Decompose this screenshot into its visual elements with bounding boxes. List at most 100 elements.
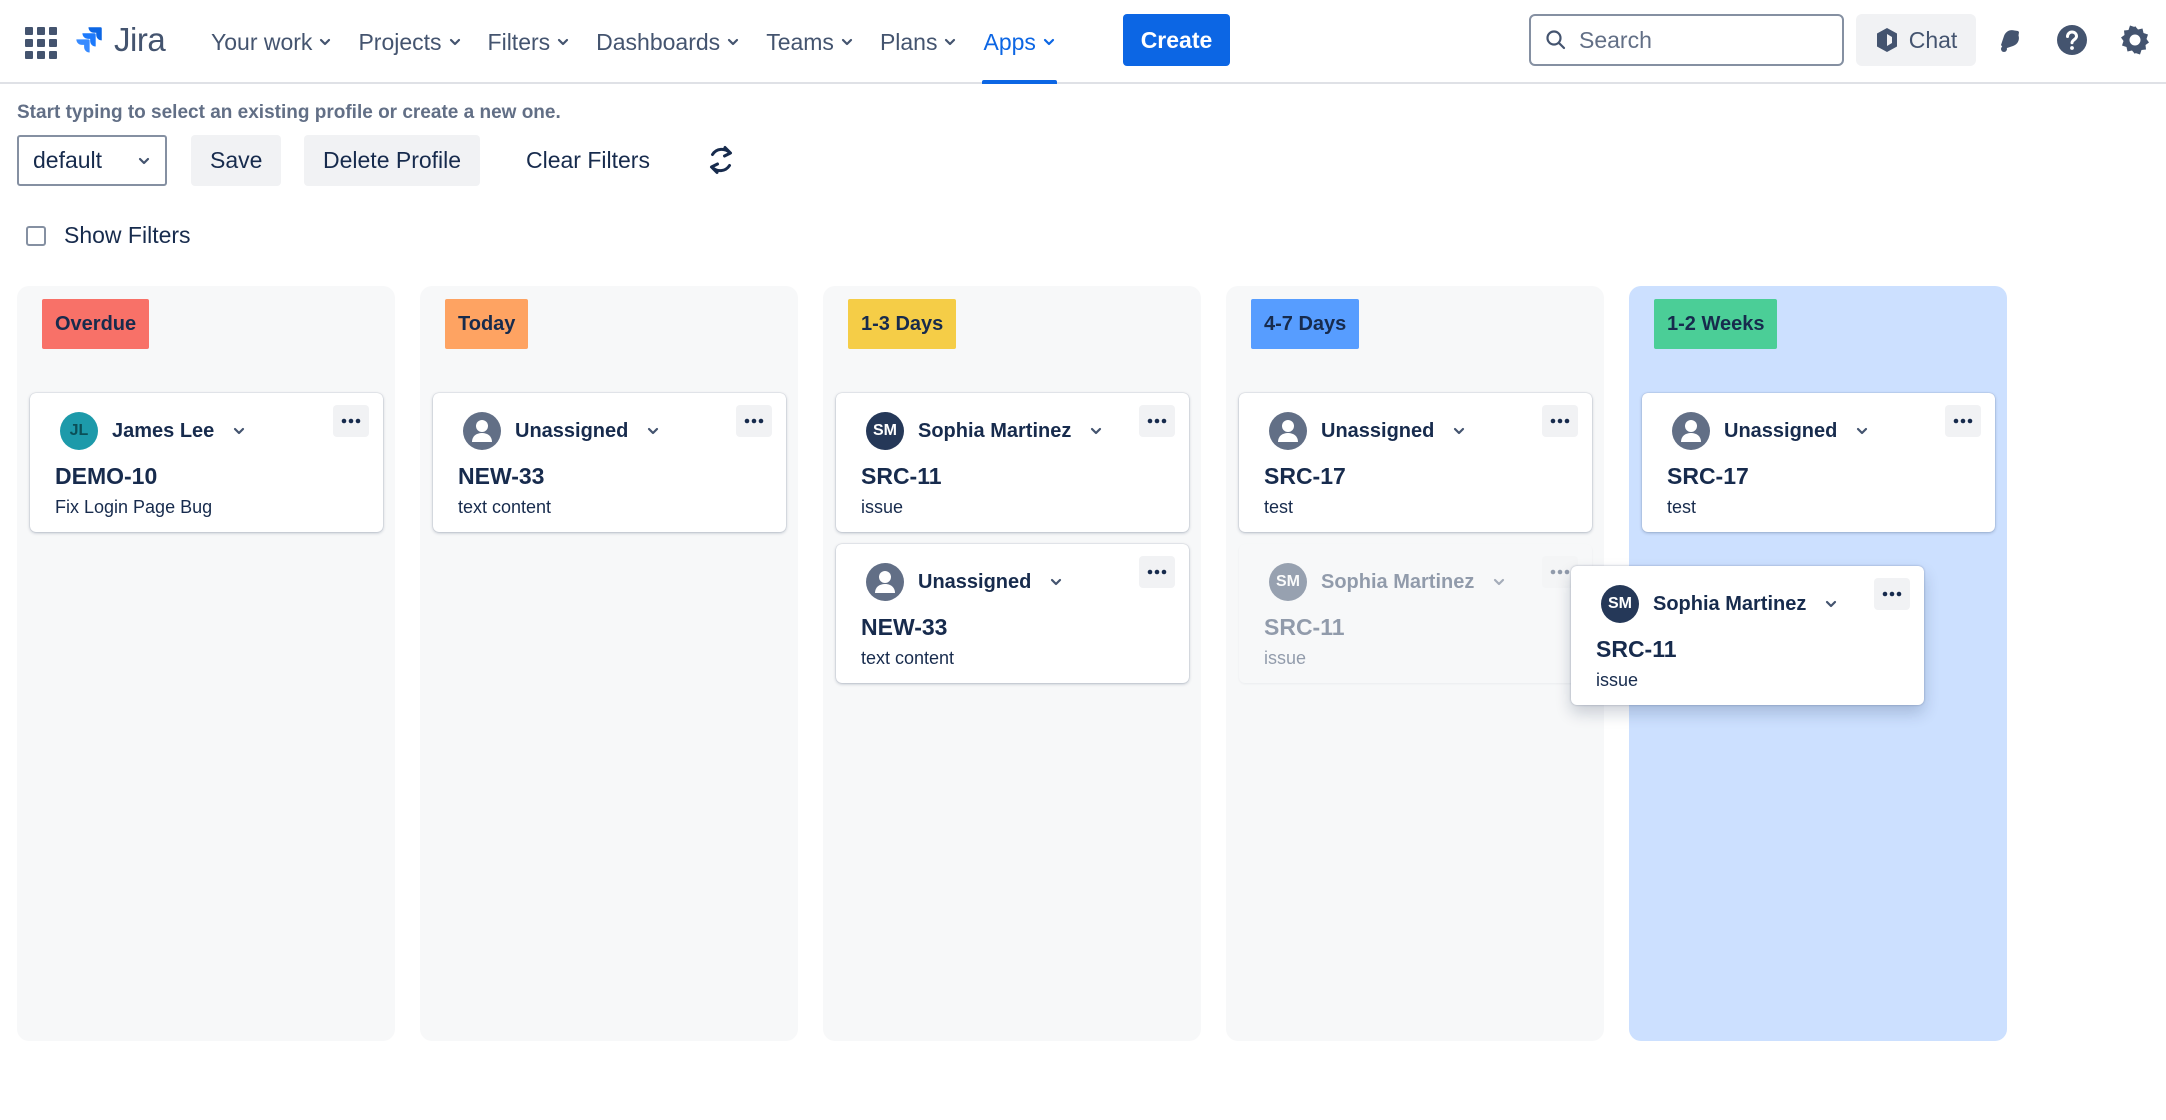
- assignee-name: Unassigned: [515, 419, 629, 442]
- issue-key[interactable]: SRC-11: [861, 463, 942, 490]
- create-button[interactable]: Create: [1123, 14, 1230, 66]
- more-icon: [1550, 569, 1570, 575]
- nav-label: Filters: [487, 28, 551, 55]
- issue-summary: Fix Login Page Bug: [55, 497, 213, 517]
- top-navigation: Jira Your work Projects Filters Dashboar…: [0, 0, 2166, 84]
- issue-summary: text content: [458, 497, 552, 517]
- assignee-name: Sophia Martinez: [918, 419, 1072, 442]
- help-icon[interactable]: [2052, 20, 2092, 60]
- dragging-issue-card[interactable]: SM Sophia Martinez SRC-11 issue: [1571, 566, 1924, 705]
- nav-projects[interactable]: Projects: [345, 0, 474, 84]
- column-overdue: Overdue JL James Lee DEMO-10 Fix Login P…: [17, 286, 395, 1041]
- jira-logo[interactable]: Jira: [72, 20, 166, 60]
- chevron-down-icon: [1454, 427, 1465, 435]
- profile-select-value: default: [33, 147, 103, 173]
- chevron-down-icon: [1494, 578, 1505, 586]
- assignee-picker[interactable]: Unassigned: [1672, 411, 1869, 451]
- show-filters-toggle[interactable]: Show Filters: [26, 222, 191, 249]
- clear-filters-button[interactable]: Clear Filters: [507, 135, 669, 186]
- more-actions-button[interactable]: [736, 405, 772, 437]
- more-actions-button[interactable]: [333, 405, 369, 437]
- nav-apps[interactable]: Apps: [970, 0, 1068, 84]
- issue-key[interactable]: DEMO-10: [55, 463, 157, 490]
- chevron-down-icon: [234, 427, 245, 435]
- more-actions-button[interactable]: [1139, 556, 1175, 588]
- search-input[interactable]: [1579, 26, 1819, 54]
- chat-button[interactable]: Chat: [1856, 14, 1976, 66]
- assignee-picker[interactable]: Unassigned: [463, 411, 660, 451]
- chevron-down-icon: [1826, 600, 1837, 608]
- unassigned-avatar-icon: [463, 412, 501, 450]
- more-icon: [1953, 418, 1973, 424]
- issue-card[interactable]: Unassigned SRC-17 test: [1642, 393, 1995, 532]
- notifications-icon[interactable]: [1990, 20, 2030, 60]
- more-icon: [1882, 591, 1902, 597]
- issue-key[interactable]: SRC-11: [1596, 636, 1677, 663]
- assignee-picker[interactable]: Unassigned: [866, 562, 1063, 602]
- refresh-icon[interactable]: [703, 142, 739, 178]
- assignee-name: Sophia Martinez: [1653, 592, 1807, 615]
- more-actions-button[interactable]: [1945, 405, 1981, 437]
- unassigned-avatar-icon: [1269, 412, 1307, 450]
- assignee-name: Unassigned: [1724, 419, 1838, 442]
- nav-dashboards[interactable]: Dashboards: [583, 0, 753, 84]
- issue-summary: issue: [1596, 670, 1639, 690]
- column-4-7-days: 4-7 Days Unassigned SRC-17 test SM Sophi…: [1226, 286, 1604, 1041]
- delete-profile-button[interactable]: Delete Profile: [304, 135, 481, 186]
- issue-summary: test: [1667, 497, 1697, 517]
- more-icon: [1147, 418, 1167, 424]
- more-actions-button[interactable]: [1874, 578, 1910, 610]
- chevron-down-icon: [1091, 427, 1102, 435]
- avatar: SM: [866, 412, 904, 450]
- chevron-down-icon: [945, 38, 956, 46]
- assignee-picker[interactable]: JL James Lee: [60, 411, 246, 451]
- issue-key[interactable]: SRC-17: [1667, 463, 1749, 490]
- assignee-picker[interactable]: SM Sophia Martinez: [866, 411, 1103, 451]
- chevron-down-icon: [558, 38, 569, 46]
- jira-logo-icon: [76, 27, 102, 53]
- profile-select[interactable]: default: [17, 135, 167, 186]
- chevron-down-icon: [138, 157, 150, 164]
- show-filters-checkbox[interactable]: [26, 225, 46, 246]
- assignee-picker[interactable]: SM Sophia Martinez: [1601, 584, 1838, 624]
- more-actions-button[interactable]: [1542, 405, 1578, 437]
- issue-summary: test: [1264, 497, 1294, 517]
- chevron-down-icon: [320, 38, 331, 46]
- nav-filters[interactable]: Filters: [475, 0, 584, 84]
- issue-card[interactable]: SM Sophia Martinez SRC-11 issue: [836, 393, 1189, 532]
- chevron-down-icon: [728, 38, 739, 46]
- show-filters-label: Show Filters: [64, 222, 191, 248]
- issue-summary: text content: [861, 648, 955, 668]
- column-label: 1-2 Weeks: [1654, 299, 1778, 349]
- more-actions-button[interactable]: [1139, 405, 1175, 437]
- assignee-name: James Lee: [112, 419, 215, 442]
- chevron-down-icon: [1857, 427, 1868, 435]
- chevron-down-icon: [1043, 38, 1055, 46]
- chat-label: Chat: [1908, 26, 1958, 53]
- issue-card[interactable]: Unassigned NEW-33 text content: [836, 544, 1189, 683]
- search-icon: [1546, 30, 1566, 50]
- save-button[interactable]: Save: [191, 135, 282, 186]
- issue-card[interactable]: Unassigned NEW-33 text content: [433, 393, 786, 532]
- unassigned-avatar-icon: [866, 563, 904, 601]
- more-icon: [1147, 569, 1167, 575]
- issue-card[interactable]: JL James Lee DEMO-10 Fix Login Page Bug: [30, 393, 383, 532]
- avatar: SM: [1269, 563, 1307, 601]
- nav-teams[interactable]: Teams: [753, 0, 867, 84]
- nav-your-work[interactable]: Your work: [198, 0, 345, 84]
- app-switcher-icon[interactable]: [22, 24, 57, 59]
- issue-key[interactable]: NEW-33: [458, 463, 544, 490]
- more-icon: [341, 418, 361, 424]
- chat-icon: [1876, 28, 1897, 52]
- nav-label: Plans: [879, 28, 938, 55]
- nav-plans[interactable]: Plans: [867, 0, 971, 84]
- issue-card[interactable]: Unassigned SRC-17 test: [1239, 393, 1592, 532]
- issue-key[interactable]: NEW-33: [861, 614, 947, 641]
- issue-key[interactable]: SRC-17: [1264, 463, 1346, 490]
- search-box[interactable]: [1529, 14, 1844, 66]
- assignee-name: Unassigned: [918, 570, 1032, 593]
- issue-summary: issue: [861, 497, 904, 517]
- assignee-picker[interactable]: Unassigned: [1269, 411, 1466, 451]
- profile-hint: Start typing to select an existing profi…: [17, 102, 561, 123]
- settings-icon[interactable]: [2115, 20, 2155, 60]
